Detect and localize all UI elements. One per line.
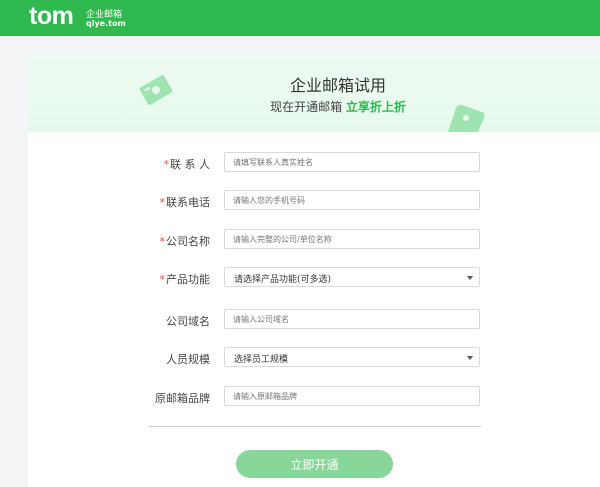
form-row-phone: *联系电话 [28,190,600,212]
company-domain-input[interactable] [224,309,480,329]
logo-wordmark: tom [29,2,74,30]
contact-name-input[interactable] [224,152,480,172]
form-row-domain: 公司域名 [28,309,600,331]
company-label: 公司名称 [166,235,210,248]
original-mail-brand-input[interactable] [224,386,480,406]
select-value: 请选择产品功能(可多选) [234,275,332,285]
required-mark: * [159,196,166,209]
promo-banner: 企业邮箱试用 现在开通邮箱 立享折上折 [28,56,600,132]
product-features-select[interactable]: 请选择产品功能(可多选) [224,267,480,287]
field-label: 人员规模 [166,351,210,367]
banner-subtitle: 现在开通邮箱 立享折上折 [28,98,600,115]
staff-size-select[interactable]: 选择员工规模 [224,347,480,367]
form-row-contact: *联 系 人 [28,152,600,174]
form-row-features: *产品功能 请选择产品功能(可多选) [28,267,600,289]
field-label: *产品功能 [160,271,211,287]
required-mark: * [159,235,166,248]
phone-input[interactable] [224,190,480,210]
top-bar: tom 企业邮箱 qiye.tom [0,0,600,36]
company-name-input[interactable] [224,229,480,249]
field-label: 公司域名 [166,313,210,329]
field-label: 原邮箱品牌 [155,390,210,406]
size-label: 人员规模 [166,353,210,366]
logo-domain-text: qiye.tom [86,19,126,28]
phone-label: 联系电话 [166,196,210,209]
trial-form-card: 企业邮箱试用 现在开通邮箱 立享折上折 *联 系 人 *联系电话 *公司名称 *… [28,56,600,487]
required-mark: * [163,158,170,171]
features-label: 产品功能 [166,273,210,286]
field-label: *公司名称 [160,233,211,249]
domain-label: 公司域名 [166,315,210,328]
form-row-company: *公司名称 [28,229,600,251]
field-label: *联系电话 [160,194,211,210]
brand-label: 原邮箱品牌 [155,392,210,405]
banner-title: 企业邮箱试用 [289,76,386,95]
select-value: 选择员工规模 [234,355,289,365]
activate-button[interactable]: 立即开通 [236,450,393,478]
required-mark: * [159,273,166,286]
form-row-brand: 原邮箱品牌 [28,386,600,408]
contact-label: 联 系 人 [170,158,210,171]
chevron-down-icon [467,276,473,280]
field-label: *联 系 人 [164,156,211,172]
form-divider [148,426,481,427]
form-row-size: 人员规模 选择员工规模 [28,347,600,369]
banner-subtitle-highlight: 立享折上折 [345,100,406,114]
banner-subtitle-prefix: 现在开通邮箱 [270,100,346,114]
chevron-down-icon [467,356,473,360]
